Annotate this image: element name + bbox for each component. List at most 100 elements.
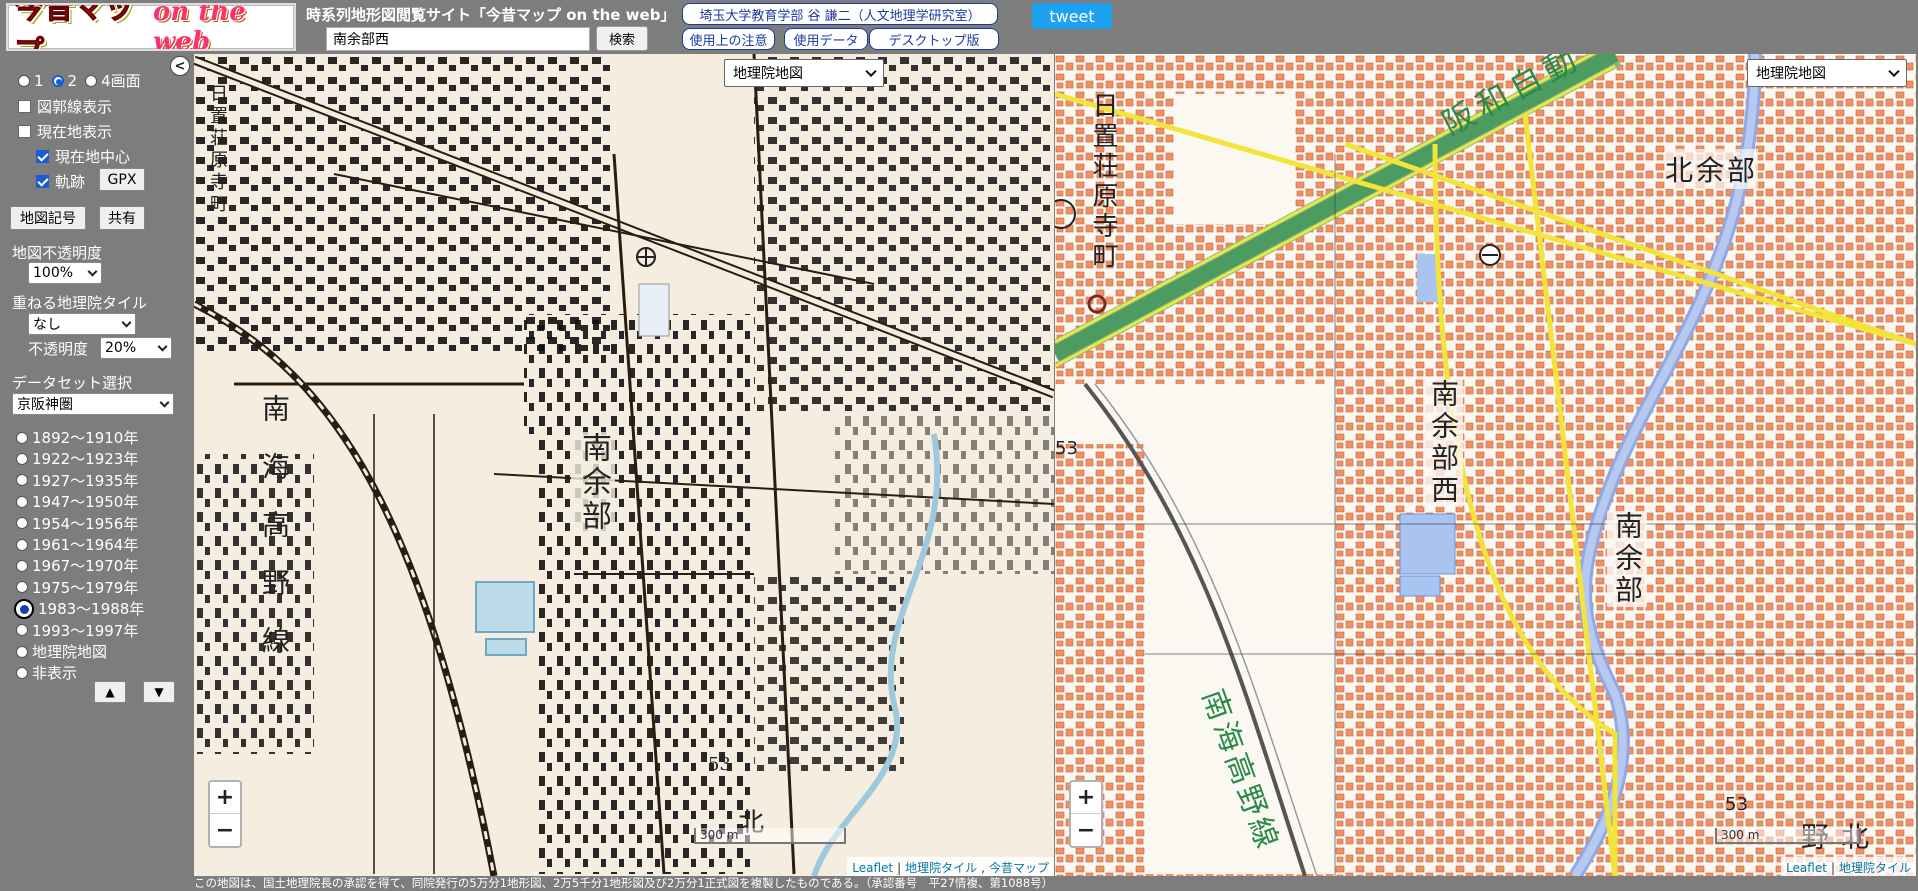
opacity-select[interactable]: 100% [28,262,102,284]
gpx-button[interactable]: GPX [99,168,145,191]
period-item[interactable]: 1967〜1970年 [16,555,138,576]
period-item[interactable]: 地理院地図 [16,641,107,662]
map-left[interactable]: 南余部 南海高野線 日置荘原寺町 53 北 地理院地図 + − 300 m Le… [194,54,1054,876]
period-item[interactable]: 1975〜1979年 [16,577,138,598]
show-grid-row[interactable]: 図郭線表示 [18,96,112,117]
site-title: 時系列地形図閲覧サイト「今昔マップ on the web」 [306,6,676,24]
town-label: 日置荘原寺町 [207,84,228,216]
old-map-canvas[interactable] [194,54,1054,876]
left-zoom-out-button[interactable]: − [210,814,240,846]
search-button[interactable]: 検索 [596,26,648,51]
minami-amabe-label: 南余部 [1607,511,1647,607]
left-layer-value: 地理院地図 [733,66,803,82]
track-checkbox[interactable] [36,175,49,188]
chevron-down-icon [121,317,132,328]
period-label: 1954〜1956年 [32,514,139,533]
right-attr-gsi[interactable]: 地理院タイル [1839,861,1911,875]
left-attr-gsi[interactable]: 地理院タイル [905,861,977,875]
left-attribution: Leaflet | 地理院タイル, 今昔マップ [847,857,1054,876]
tweet-button[interactable]: tweet [1032,3,1112,29]
down-button[interactable]: ▼ [143,681,175,703]
period-radio[interactable] [16,538,28,551]
right-attr-leaflet[interactable]: Leaflet [1786,861,1827,875]
period-radio[interactable] [16,581,28,594]
period-label: 1983〜1988年 [38,600,145,619]
elevation-label: 53 [708,754,731,775]
desktop-version-link[interactable]: デスクトップ版 [869,28,999,50]
map-symbols-button[interactable]: 地図記号 [10,206,86,230]
period-item[interactable]: 1922〜1923年 [16,448,138,469]
overlay-opacity-label: 不透明度 [28,340,89,358]
chevron-down-icon [159,397,170,408]
period-item[interactable]: 1961〜1964年 [16,534,138,555]
period-radio[interactable] [16,624,28,637]
left-attr-leaflet[interactable]: Leaflet [852,861,893,875]
right-layer-select[interactable]: 地理院地図 [1747,59,1907,87]
right-scale-bar: 300 m [1715,828,1861,844]
sidebar: 1 2 4画面 図郭線表示 現在地表示 現在地中心 軌跡 GPX 地図記号 共有… [0,54,194,891]
overlay-value: なし [33,317,61,333]
center-location-row[interactable]: 現在地中心 [36,146,130,167]
right-zoom-out-button[interactable]: − [1071,814,1101,846]
search-input[interactable] [326,27,590,51]
map-right[interactable]: 阪和自動 日置荘原寺町 北余部 南余部西 南余部 南海高野線 53 53 北野 … [1055,54,1916,876]
period-radio[interactable] [16,559,28,572]
period-item[interactable]: 1983〜1988年 [14,598,144,619]
overlay-opacity-select[interactable]: 20% [100,337,172,359]
left-attr-konjaku[interactable]: 今昔マップ [989,861,1049,875]
period-item[interactable]: 1954〜1956年 [16,513,138,534]
period-label: 1947〜1950年 [32,493,139,512]
gsi-map-canvas[interactable] [1055,54,1916,876]
right-zoom-control: + − [1069,780,1103,848]
period-item[interactable]: 1927〜1935年 [16,470,138,491]
right-zoom-in-button[interactable]: + [1071,782,1101,814]
minami-amabe-nishi-label: 南余部西 [1423,379,1463,507]
screen-count-group: 1 2 4画面 [18,70,141,91]
screen-2-radio[interactable] [51,74,64,87]
logo[interactable]: 今昔マップ on the web [6,3,296,51]
period-label: 1961〜1964年 [32,536,139,554]
left-layer-select[interactable]: 地理院地図 [724,59,884,87]
share-button[interactable]: 共有 [99,206,145,230]
period-item[interactable]: 非表示 [16,662,77,683]
period-radio[interactable] [16,645,28,658]
show-grid-label: 図郭線表示 [37,98,113,116]
period-label: 1927〜1935年 [32,471,139,490]
screen-1-radio[interactable] [18,74,30,87]
show-grid-checkbox[interactable] [18,100,31,113]
period-item[interactable]: 1947〜1950年 [16,491,138,512]
period-item[interactable]: 1892〜1910年 [16,427,138,448]
period-radio[interactable] [16,495,28,508]
track-row[interactable]: 軌跡 [36,171,85,192]
dataset-value: 京阪神圏 [17,397,73,413]
show-location-checkbox[interactable] [18,125,31,138]
period-radio[interactable] [16,474,28,487]
up-button[interactable]: ▲ [94,681,126,703]
period-radio[interactable] [14,598,34,619]
left-scale-bar: 300 m [694,828,846,844]
overlay-select[interactable]: なし [28,313,136,335]
copyright-footer: この地図は、国土地理院長の承認を得て、同院発行の5万分1地形図、2万5千分1地形… [194,876,1918,891]
area-label: 南余部 [571,432,615,534]
author-link[interactable]: 埼玉大学教育学部 谷 謙二（人文地理学研究室） [682,3,998,25]
chevron-down-icon [87,266,98,277]
opacity-value: 100% [33,265,74,281]
period-radio[interactable] [16,431,28,444]
period-radio[interactable] [16,666,28,679]
period-label: 非表示 [32,664,78,683]
period-item[interactable]: 1993〜1997年 [16,620,138,641]
data-used-link[interactable]: 使用データ [784,28,868,50]
chevron-down-icon [157,341,168,352]
show-location-row[interactable]: 現在地表示 [18,121,112,142]
chevron-left-icon[interactable]: < [170,56,190,76]
dataset-select[interactable]: 京阪神圏 [12,393,174,415]
kita-amabe-label: 北余部 [1665,149,1759,189]
period-radio[interactable] [16,517,28,530]
period-label: 地理院地図 [32,643,108,661]
left-zoom-in-button[interactable]: + [210,782,240,814]
center-location-checkbox[interactable] [36,150,49,163]
period-radio[interactable] [16,452,28,465]
screen-4-radio[interactable] [85,74,98,87]
usage-notes-link[interactable]: 使用上の注意 [682,28,775,50]
right-elevation-label: 53 [1055,438,1078,459]
